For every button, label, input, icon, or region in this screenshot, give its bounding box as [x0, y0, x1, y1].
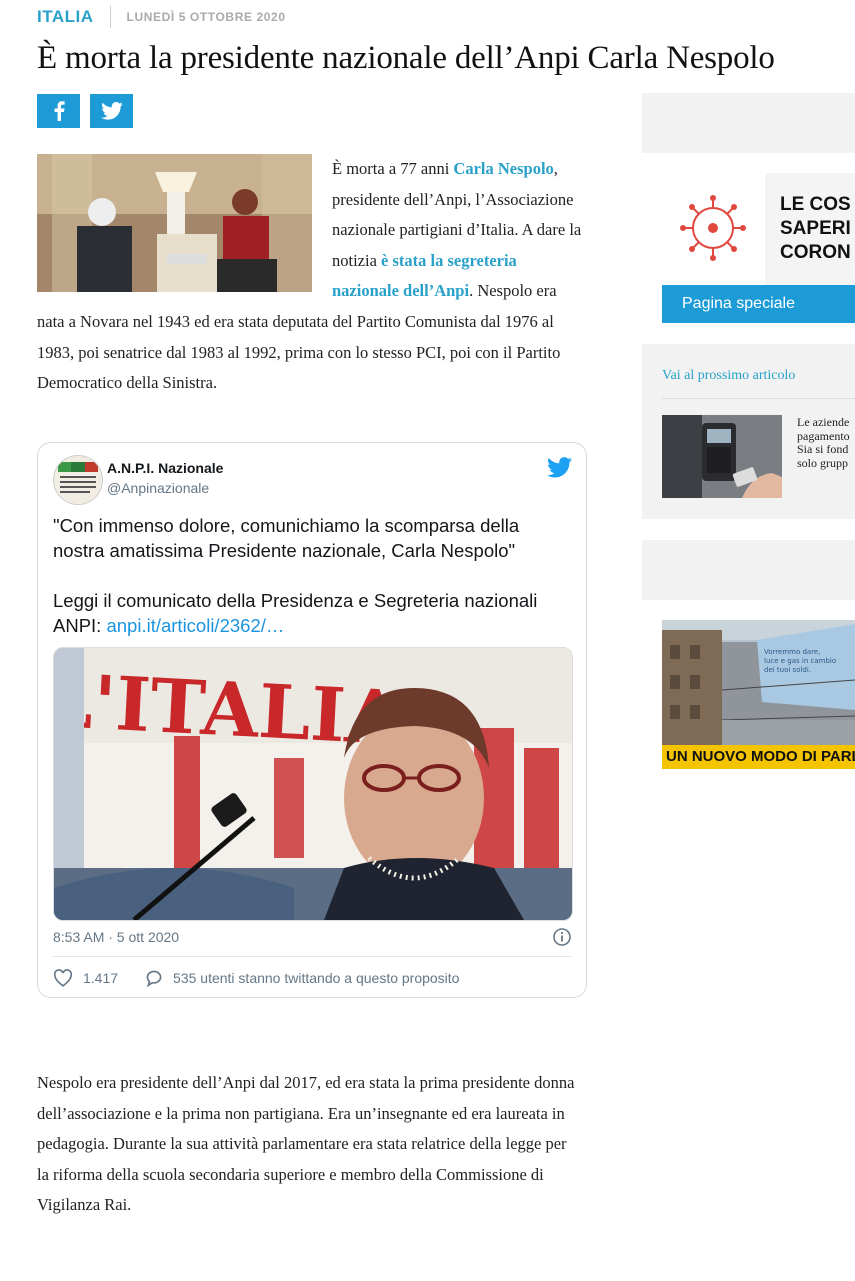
ad-tagline: UN NUOVO MODO DI PARLAR	[662, 745, 855, 769]
tweet-photo[interactable]: L'ITALIA	[53, 647, 573, 921]
virus-icon	[680, 195, 746, 261]
next-article-box[interactable]: Vai al prossimo articolo Le aziende paga…	[642, 344, 855, 519]
embedded-tweet[interactable]: A.N.P.I. Nazionale @Anpinazionale "Con i…	[37, 442, 587, 998]
tweet-author-name[interactable]: A.N.P.I. Nazionale	[107, 460, 223, 476]
tweet-quote: "Con immenso dolore, comunichiamo la sco…	[53, 515, 520, 561]
twitter-icon	[100, 102, 123, 120]
tweet-text: "Con immenso dolore, comunichiamo la sco…	[53, 513, 568, 638]
facebook-share-button[interactable]	[37, 94, 80, 128]
article-paragraph-1: È morta a 77 anni Carla Nespolo, preside…	[37, 154, 587, 399]
tweet-actions: 1.417 535 utenti stanno twittando a ques…	[53, 969, 459, 987]
carla-nespolo-link[interactable]: Carla Nespolo	[453, 159, 553, 178]
info-icon[interactable]	[552, 927, 572, 952]
tweet-timestamp[interactable]: 8:53 AM · 5 ott 2020	[53, 929, 179, 945]
facebook-icon	[54, 101, 65, 121]
heart-icon[interactable]	[53, 969, 73, 987]
article-photo	[37, 154, 312, 292]
tweet-body: Leggi il comunicato della Presidenza e S…	[53, 588, 568, 638]
reply-count-text[interactable]: 535 utenti stanno twittando a questo pro…	[173, 970, 459, 986]
energy-ad-banner[interactable]: Vorremmo dare, luce e gas in cambio dei …	[662, 620, 855, 769]
divider	[662, 398, 855, 399]
next-article-label[interactable]: Vai al prossimo articolo	[662, 368, 795, 384]
reply-icon[interactable]	[144, 969, 164, 987]
publish-date: LUNEDÌ 5 OTTOBRE 2020	[126, 10, 286, 24]
ad-headline: LE COS SAPERI CORON	[780, 194, 851, 263]
tweet-author-handle[interactable]: @Anpinazionale	[107, 480, 209, 496]
coronavirus-ad-banner[interactable]: LE COS SAPERI CORON Pagina speciale	[662, 173, 855, 323]
paragraph-text: . Nespolo era nata a Novara nel 1943 ed …	[37, 281, 561, 393]
section-label[interactable]: ITALIA	[37, 6, 111, 28]
paragraph-text: È morta a 77 anni	[332, 159, 454, 178]
banner-text: L'ITALIA	[54, 657, 406, 762]
tweet-avatar[interactable]	[53, 455, 103, 505]
page-title: È morta la presidente nazionale dell’Anp…	[37, 40, 775, 76]
twitter-share-button[interactable]	[90, 94, 133, 128]
tweet-divider	[53, 956, 572, 957]
next-article-thumbnail[interactable]	[662, 415, 782, 498]
sidebar-ad-placeholder-2	[642, 540, 855, 600]
special-page-button[interactable]: Pagina speciale	[662, 285, 855, 323]
tweet-link[interactable]: anpi.it/articoli/2362/…	[106, 615, 284, 636]
sidebar-ad-placeholder	[642, 93, 855, 153]
article-kicker: ITALIA LUNEDÌ 5 OTTOBRE 2020	[37, 6, 286, 28]
like-count[interactable]: 1.417	[83, 970, 118, 986]
twitter-bird-icon[interactable]	[547, 457, 572, 483]
article-paragraph-2: Nespolo era presidente dell’Anpi dal 201…	[37, 1073, 575, 1215]
next-article-title[interactable]: Le aziende pagamento Sia si fond solo gr…	[797, 415, 855, 470]
